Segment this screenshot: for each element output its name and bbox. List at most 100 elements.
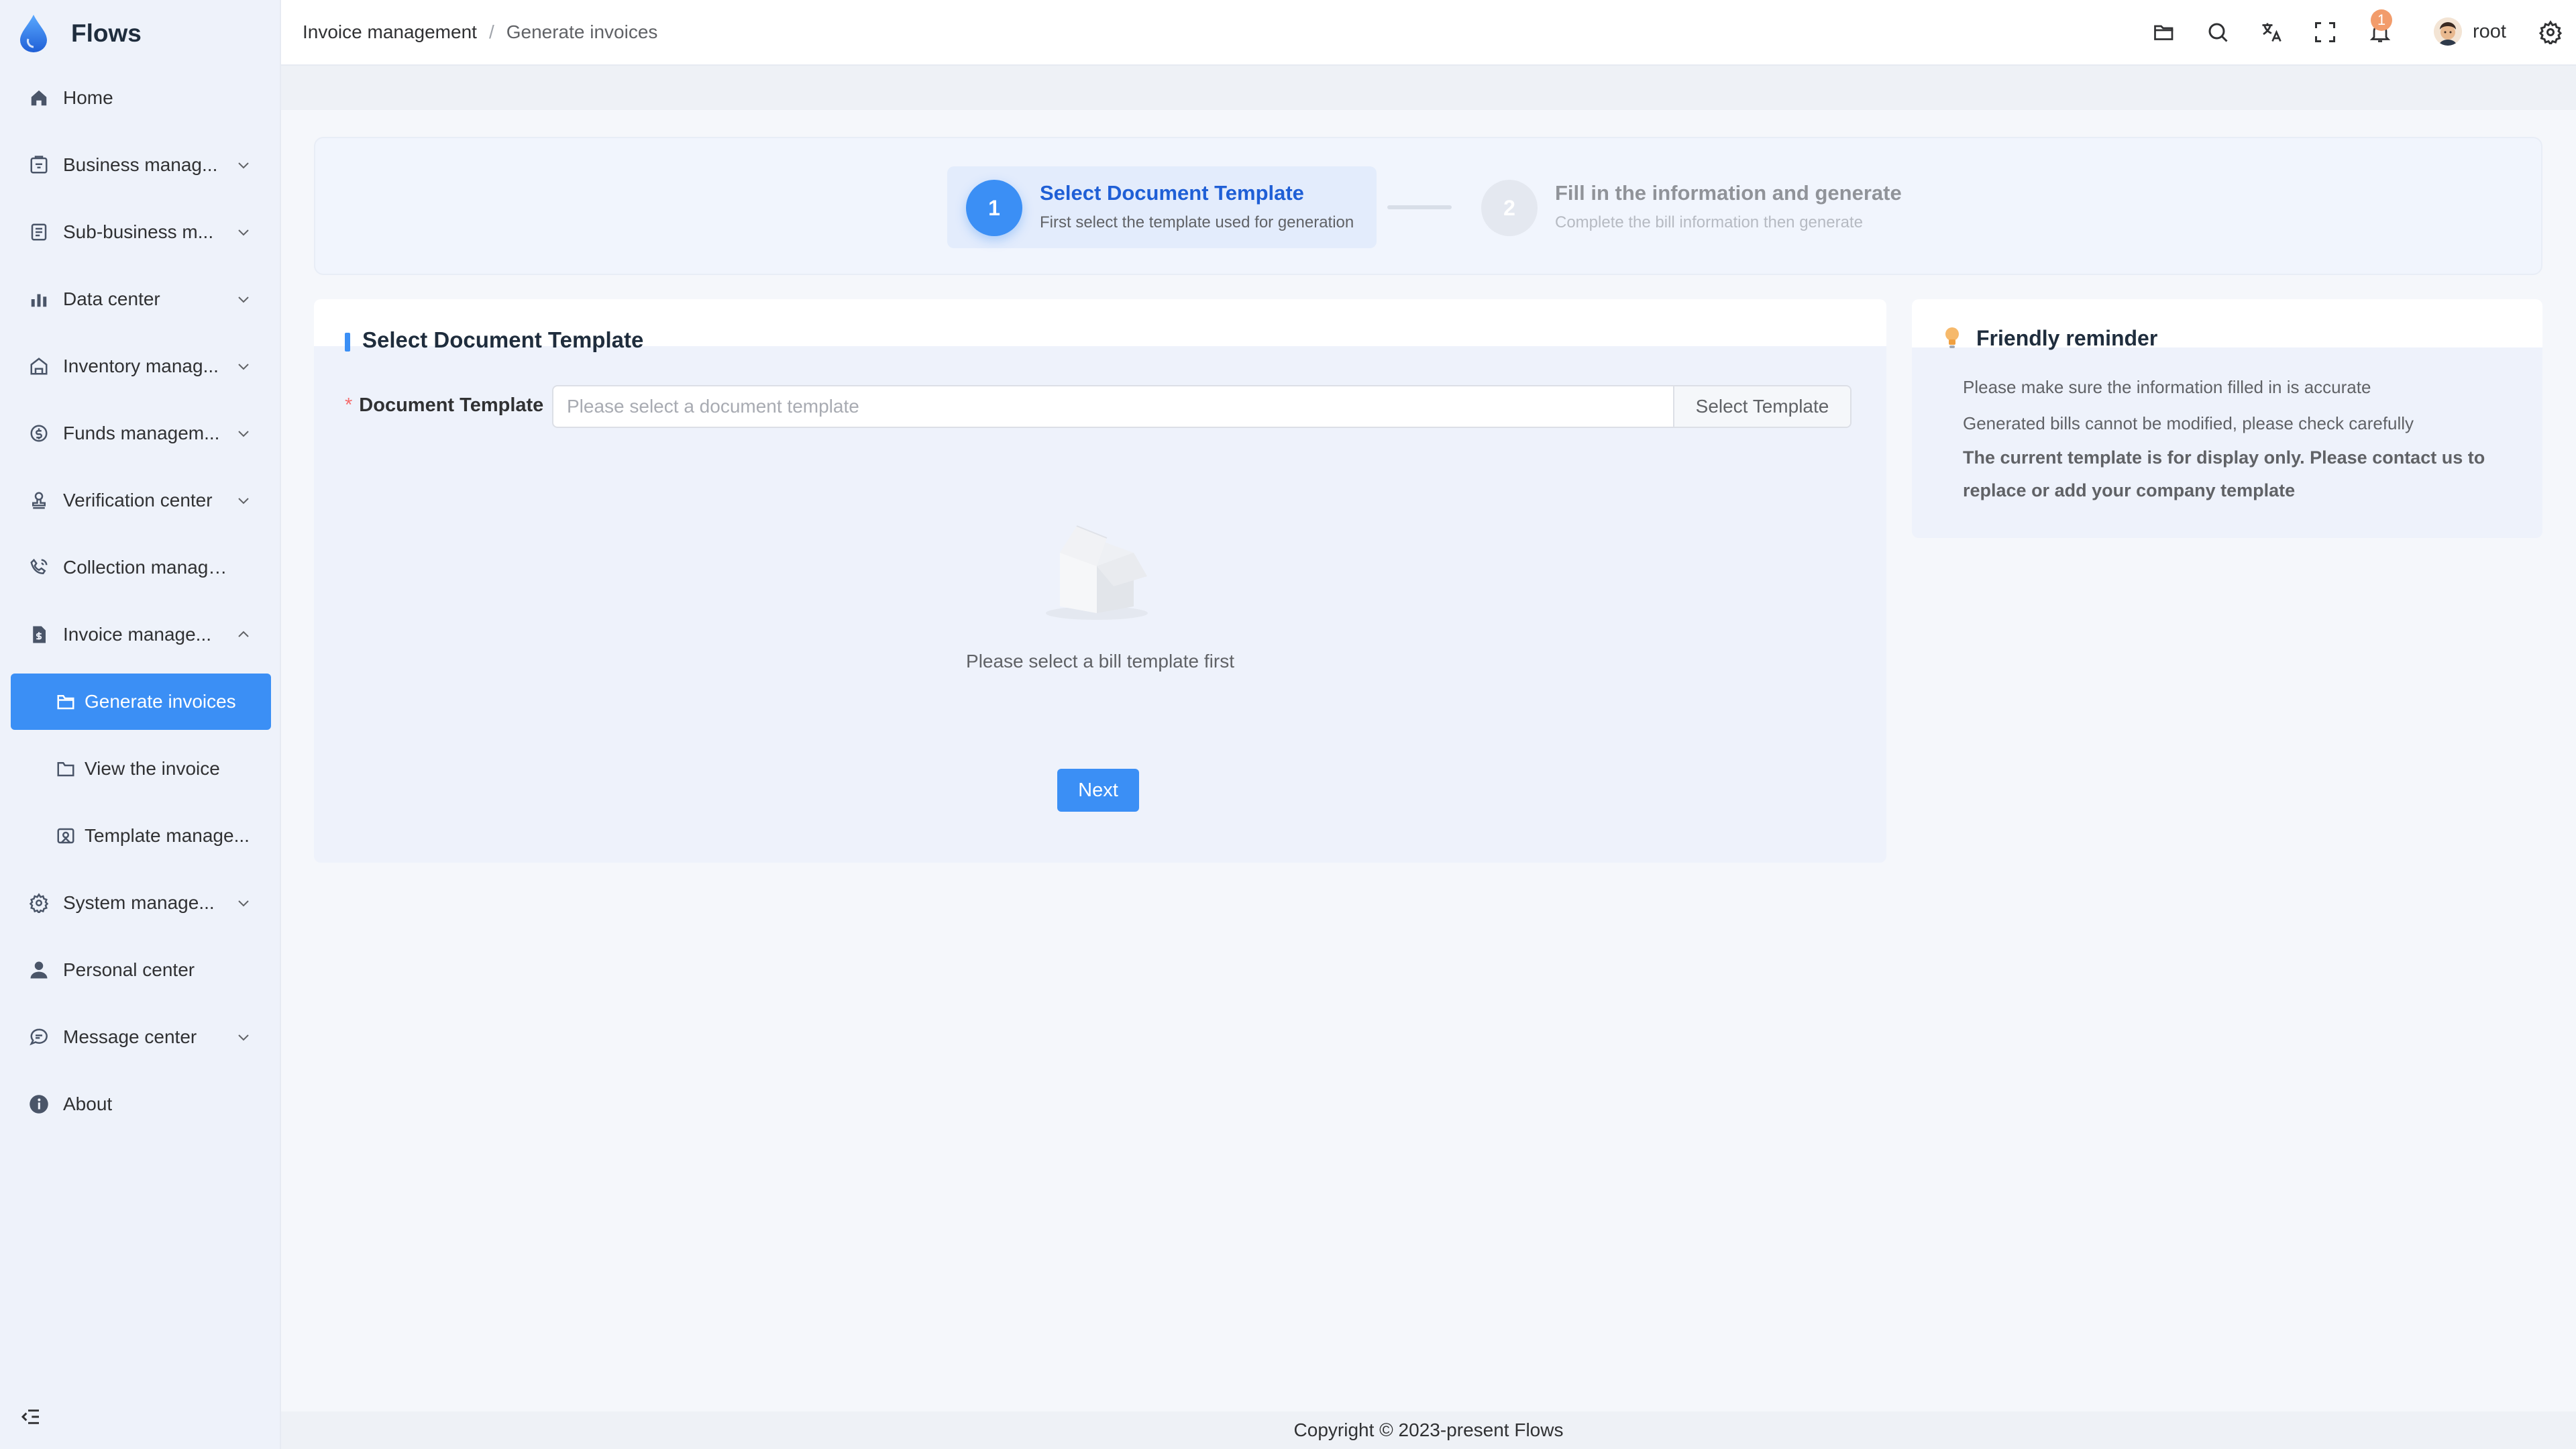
sidebar-item-label: Personal center [63, 959, 195, 980]
sidebar-item-label: Message center [63, 1026, 197, 1047]
home-icon [28, 87, 50, 109]
chevron-up-icon [238, 631, 249, 637]
select-template-button[interactable]: Select Template [1673, 386, 1850, 427]
title-accent-bar [345, 333, 350, 352]
step-1-description: First select the template used for gener… [1040, 213, 1354, 231]
required-mark: * [345, 394, 353, 416]
warehouse-icon [28, 356, 50, 377]
chevron-down-icon [238, 297, 249, 303]
sidebar: Flows Home Business manag... Sub-busines… [0, 0, 281, 1449]
next-button[interactable]: Next [1057, 769, 1139, 812]
sidebar-subitem-label: View the invoice [85, 758, 220, 779]
sidebar-subitem-view-invoice[interactable]: View the invoice [11, 741, 271, 797]
sidebar-item-label: Collection managem... [63, 557, 231, 578]
phone-icon [28, 557, 50, 578]
copyright-text: Copyright © 2023-present Flows [1293, 1419, 1564, 1440]
sidebar-subitem-generate-invoices[interactable]: Generate invoices [11, 674, 271, 730]
breadcrumb-current: Generate invoices [506, 21, 658, 42]
sidebar-item-label: Funds managem... [63, 423, 220, 443]
chevron-down-icon [238, 1034, 249, 1041]
document-template-label: * Document Template [345, 394, 543, 417]
top-header: Invoice management / Generate invoices [281, 0, 2576, 66]
sidebar-item-label: Home [63, 87, 113, 108]
reminder-title: Friendly reminder [1976, 326, 2158, 350]
briefcase-icon [28, 154, 50, 176]
bar-chart-icon [28, 288, 50, 310]
breadcrumb-item[interactable]: Invoice management [303, 21, 477, 43]
settings-gear-icon[interactable] [2538, 20, 2563, 44]
folder-open-icon[interactable] [2152, 20, 2176, 44]
sidebar-item-label: Verification center [63, 490, 213, 511]
step-2-title: Fill in the information and generate [1555, 181, 1902, 205]
template-select-card: Select Document Template * Document Templ… [314, 299, 1886, 863]
invoice-icon [28, 624, 50, 645]
chevron-down-icon [238, 229, 249, 236]
sidebar-item-system[interactable]: System manage... [0, 876, 281, 930]
sidebar-item-label: System manage... [63, 892, 215, 913]
sidebar-item-collection[interactable]: Collection managem... [0, 541, 281, 594]
fullscreen-icon[interactable] [2313, 20, 2337, 44]
search-icon[interactable] [2206, 20, 2230, 44]
breadcrumb: Invoice management / Generate invoices [303, 21, 657, 43]
user-icon [28, 959, 50, 981]
info-icon [28, 1093, 50, 1115]
field-label: Document Template [359, 394, 544, 416]
step-connector [1387, 205, 1452, 209]
reminder-tip: Please make sure the information filled … [1963, 377, 2371, 397]
gear-icon [28, 892, 50, 914]
brand[interactable]: Flows [16, 13, 142, 54]
sidebar-item-label: Data center [63, 288, 160, 309]
tabs-strip [281, 66, 2576, 110]
sidebar-item-invoice[interactable]: Invoice manage... [0, 608, 281, 661]
sidebar-item-personal[interactable]: Personal center [0, 943, 281, 997]
sidebar-item-message[interactable]: Message center [0, 1010, 281, 1064]
folder-icon [55, 758, 76, 780]
sidebar-item-label: Sub-business m... [63, 221, 214, 242]
step-1-title: Select Document Template [1040, 181, 1304, 205]
sidebar-item-sub-business[interactable]: Sub-business m... [0, 205, 281, 259]
sidebar-item-data-center[interactable]: Data center [0, 272, 281, 326]
document-template-input[interactable] [553, 386, 1673, 427]
translate-icon[interactable] [2259, 20, 2284, 44]
document-list-icon [28, 221, 50, 243]
footer: Copyright © 2023-present Flows [281, 1411, 2576, 1449]
notification-badge: 1 [2371, 9, 2392, 31]
chevron-down-icon [238, 431, 249, 437]
sidebar-subitem-template-management[interactable]: Template manage... [11, 808, 271, 864]
document-template-input-group: Select Template [552, 385, 1851, 428]
image-template-icon [55, 825, 76, 847]
friendly-reminder-card: Friendly reminder Please make sure the i… [1912, 299, 2542, 538]
chevron-down-icon [238, 498, 249, 504]
user-menu[interactable]: root [2434, 17, 2506, 46]
step-2-description: Complete the bill information then gener… [1555, 213, 1863, 231]
app-name: Flows [71, 19, 142, 47]
chevron-down-icon [238, 162, 249, 169]
sidebar-item-about[interactable]: About [0, 1077, 281, 1131]
steps-card: 1 Select Document Template First select … [314, 137, 2542, 275]
user-name: root [2473, 20, 2506, 42]
step-1-number: 1 [966, 180, 1022, 236]
water-drop-logo-icon [20, 15, 47, 52]
sidebar-item-label: About [63, 1093, 113, 1114]
sidebar-item-business[interactable]: Business manag... [0, 138, 281, 192]
avatar [2434, 17, 2462, 46]
collapse-sidebar-icon[interactable] [20, 1406, 42, 1428]
empty-state-text: Please select a bill template first [966, 651, 1234, 672]
breadcrumb-separator: / [488, 21, 494, 42]
card-title: Select Document Template [362, 327, 644, 352]
sidebar-item-label: Inventory manag... [63, 356, 219, 376]
reminder-important-note: The current template is for display only… [1963, 447, 2485, 500]
chevron-down-icon [238, 900, 249, 907]
stamp-icon [28, 490, 50, 511]
sidebar-item-home[interactable]: Home [0, 71, 281, 125]
sidebar-item-inventory[interactable]: Inventory manag... [0, 339, 281, 393]
lightbulb-icon [1945, 327, 1959, 348]
sidebar-item-funds[interactable]: Funds managem... [0, 407, 281, 460]
folder-icon [55, 691, 76, 712]
step-2-number: 2 [1481, 180, 1538, 236]
sidebar-subitem-label: Generate invoices [85, 691, 236, 712]
sidebar-item-label: Invoice manage... [63, 624, 212, 645]
chat-icon [28, 1026, 50, 1048]
sidebar-item-verification[interactable]: Verification center [0, 474, 281, 527]
sidebar-subitem-label: Template manage... [85, 825, 250, 846]
